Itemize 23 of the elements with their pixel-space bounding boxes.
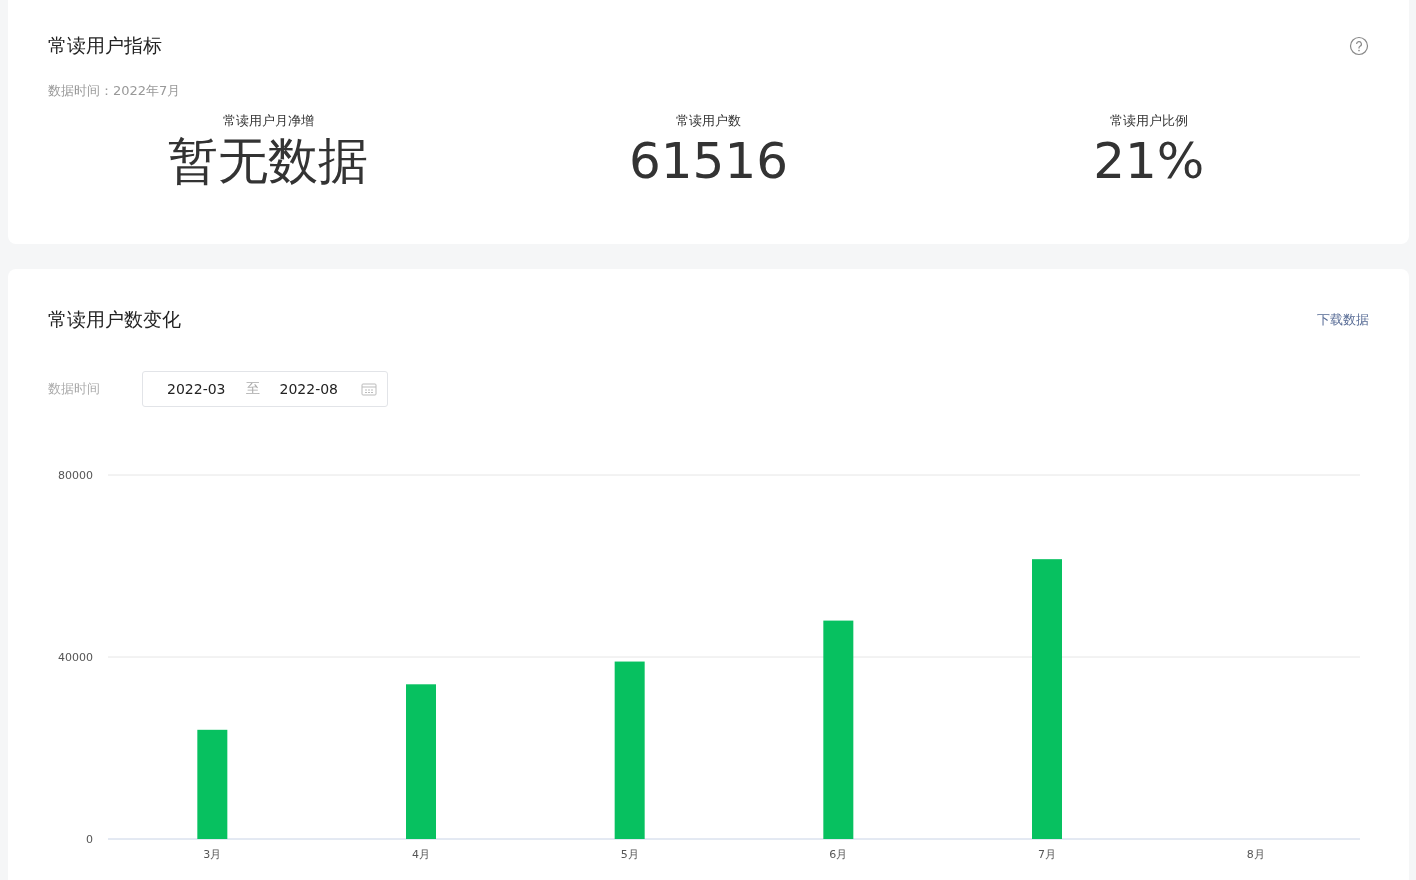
metric-label: 常读用户数 bbox=[676, 112, 741, 130]
metric-value: 暂无数据 bbox=[168, 131, 369, 192]
x-axis-label: 3月 bbox=[203, 848, 222, 861]
x-axis-label: 5月 bbox=[620, 848, 639, 861]
download-link[interactable]: 下载数据 bbox=[1317, 311, 1369, 329]
data-time-text: 数据时间：2022年7月 bbox=[48, 82, 181, 100]
y-axis-label: 80000 bbox=[58, 469, 93, 482]
metric-label: 常读用户月净增 bbox=[222, 112, 314, 130]
y-axis-label: 0 bbox=[86, 833, 93, 846]
metric-label: 常读用户比例 bbox=[1109, 112, 1188, 130]
date-label: 数据时间 bbox=[48, 380, 101, 398]
x-axis-label: 8月 bbox=[1246, 848, 1265, 861]
y-axis-label: 40000 bbox=[58, 651, 93, 664]
section-title: 常读用户指标 bbox=[48, 33, 162, 58]
x-axis-label: 6月 bbox=[829, 848, 848, 861]
calendar-icon bbox=[361, 382, 377, 396]
x-axis-label: 7月 bbox=[1038, 848, 1056, 861]
date-range-picker[interactable]: 2022-03 至 2022-08 bbox=[142, 371, 388, 407]
metric-value: 21% bbox=[1093, 131, 1205, 192]
x-axis-label: 4月 bbox=[412, 848, 430, 861]
section-title: 常读用户数变化 bbox=[48, 307, 181, 332]
help-icon[interactable] bbox=[1349, 36, 1369, 56]
metric-value: 61516 bbox=[628, 131, 788, 192]
